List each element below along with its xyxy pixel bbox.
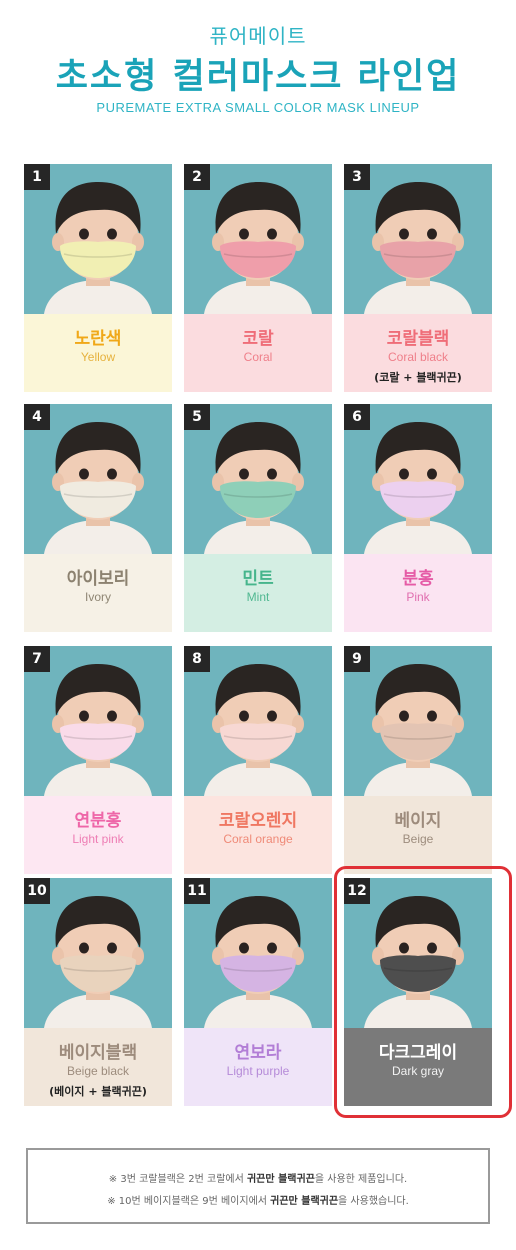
color-name-english: Ivory [84,590,111,604]
child-photo: 1 [24,164,172,314]
item-number-badge: 5 [184,404,210,430]
mask-card: 3 코랄블랙 Coral black (코랄 + 블랙귀끈) [344,164,492,392]
mask-card: 11 연보라 Light purple [184,878,332,1106]
color-name-korean: 코랄오렌지 [218,811,298,831]
footer-notice: ※ 3번 코랄블랙은 2번 코랄에서 귀끈만 블랙귀끈을 사용한 제품입니다. … [26,1148,490,1224]
child-photo: 4 [24,404,172,554]
item-number-badge: 4 [24,404,50,430]
mask-card: 6 분홍 Pink [344,404,492,632]
color-label: 코랄 Coral [184,314,332,392]
color-name-english: Coral orange [223,832,293,846]
mask-card: 1 노란색 Yellow [24,164,172,392]
footer-note-1-tail: 을 사용한 제품입니다. [314,1174,408,1185]
footer-note-1-text: ※ 3번 코랄블랙은 2번 코랄에서 [108,1174,247,1185]
mask-card: 9 베이지 Beige [344,646,492,874]
color-name-english: Beige [402,832,434,846]
footer-note-2: ※ 10번 베이지블랙은 9번 베이지에서 귀끈만 블랙귀끈을 사용했습니다. [28,1192,488,1207]
item-number-badge: 6 [344,404,370,430]
color-label: 코랄오렌지 Coral orange [184,796,332,874]
color-name-english: Beige black [66,1064,130,1078]
color-label: 아이보리 Ivory [24,554,172,632]
color-name-korean: 연보라 [234,1043,282,1063]
child-photo: 6 [344,404,492,554]
child-photo: 8 [184,646,332,796]
color-label: 민트 Mint [184,554,332,632]
item-number-badge: 1 [24,164,50,190]
color-name-english: Coral [243,350,273,364]
highlight-frame [334,866,512,1118]
item-number-badge: 9 [344,646,370,672]
footer-note-2-tail: 을 사용했습니다. [338,1196,409,1207]
mask-card: 2 코랄 Coral [184,164,332,392]
color-note: (코랄 + 블랙귀끈) [374,371,462,384]
item-number-badge: 3 [344,164,370,190]
footer-note-1-emphasis: 귀끈만 블랙귀끈 [246,1174,315,1185]
color-label: 코랄블랙 Coral black (코랄 + 블랙귀끈) [344,314,492,392]
color-name-english: Light pink [72,832,124,846]
item-number-badge: 10 [24,878,50,904]
mask-card: 7 연분홍 Light pink [24,646,172,874]
mask-card: 4 아이보리 Ivory [24,404,172,632]
mask-card: 10 베이지블랙 Beige black (베이지 + 블랙귀끈) [24,878,172,1106]
color-name-english: Mint [246,590,270,604]
item-number-badge: 7 [24,646,50,672]
item-number-badge: 8 [184,646,210,672]
child-photo: 7 [24,646,172,796]
child-photo: 9 [344,646,492,796]
color-label: 베이지블랙 Beige black (베이지 + 블랙귀끈) [24,1028,172,1106]
child-photo: 2 [184,164,332,314]
child-photo: 5 [184,404,332,554]
footer-note-2-emphasis: 귀끈만 블랙귀끈 [270,1196,339,1207]
child-photo: 3 [344,164,492,314]
mask-card: 5 민트 Mint [184,404,332,632]
item-number-badge: 11 [184,878,210,904]
color-label: 연분홍 Light pink [24,796,172,874]
color-name-english: Coral black [387,350,449,364]
color-name-english: Light purple [226,1064,290,1078]
child-photo: 10 [24,878,172,1028]
footer-note-2-text: ※ 10번 베이지블랙은 9번 베이지에서 [107,1196,271,1207]
color-name-korean: 아이보리 [66,569,130,589]
color-name-english: Yellow [80,350,116,364]
color-label: 연보라 Light purple [184,1028,332,1106]
color-name-korean: 노란색 [74,329,122,349]
color-name-korean: 코랄블랙 [386,329,450,349]
color-name-korean: 연분홍 [74,811,122,831]
child-photo: 11 [184,878,332,1028]
footer-note-1: ※ 3번 코랄블랙은 2번 코랄에서 귀끈만 블랙귀끈을 사용한 제품입니다. [28,1170,488,1185]
color-label: 노란색 Yellow [24,314,172,392]
color-label: 베이지 Beige [344,796,492,874]
color-label: 분홍 Pink [344,554,492,632]
mask-card: 8 코랄오렌지 Coral orange [184,646,332,874]
color-name-korean: 분홍 [402,569,434,589]
color-name-korean: 코랄 [242,329,274,349]
color-note: (베이지 + 블랙귀끈) [49,1085,147,1098]
color-name-korean: 민트 [242,569,274,589]
color-name-korean: 베이지 [394,811,442,831]
color-name-korean: 베이지블랙 [58,1043,138,1063]
color-name-english: Pink [406,590,430,604]
item-number-badge: 2 [184,164,210,190]
